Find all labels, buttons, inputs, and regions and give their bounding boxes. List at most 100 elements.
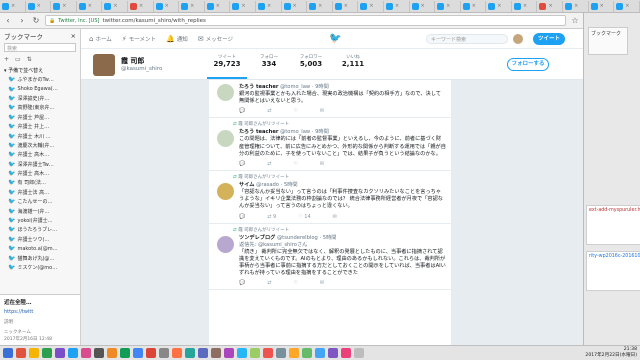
taskbar-app-icon[interactable] xyxy=(354,348,364,358)
bookmark-item[interactable]: 🐦 深澤諭史(弁… xyxy=(0,94,80,103)
reply-icon[interactable]: 💬 xyxy=(239,108,245,114)
taskbar-app-icon[interactable] xyxy=(42,348,52,358)
add-bookmark-button[interactable]: + xyxy=(4,56,9,63)
tab-close-icon[interactable]: × xyxy=(318,3,322,9)
tab-close-icon[interactable]: × xyxy=(625,3,629,9)
like-icon[interactable]: ♡ 14 xyxy=(298,214,310,220)
bookmark-item[interactable]: 🐦 ふやまかのTw… xyxy=(0,75,80,84)
taskbar-app-icon[interactable] xyxy=(120,348,130,358)
bookmark-item[interactable]: 🐦 ミスケン(@mo… xyxy=(0,263,80,272)
tab-close-icon[interactable]: × xyxy=(113,3,117,9)
tab-close-icon[interactable]: × xyxy=(395,3,399,9)
bookmark-item[interactable]: 🐦 渡慶次大輔(弁… xyxy=(0,141,80,150)
tab-close-icon[interactable]: × xyxy=(165,3,169,9)
browser-tab[interactable]: × xyxy=(307,0,333,12)
tab-close-icon[interactable]: × xyxy=(62,3,66,9)
background-link-2[interactable]: rity-wp2016c-2016101 xyxy=(587,252,640,261)
browser-tab[interactable]: × xyxy=(230,0,256,12)
browser-tab[interactable]: × xyxy=(589,0,615,12)
tab-close-icon[interactable]: × xyxy=(574,3,578,9)
retweet-icon[interactable]: ⇄ xyxy=(267,108,271,114)
clock[interactable]: 21:38 2017年2月22日(水曜日) xyxy=(585,347,637,359)
browser-tab[interactable]: × xyxy=(537,0,564,12)
bookmark-item[interactable]: 🐦 弁護士 高木… xyxy=(0,150,80,159)
taskbar-app-icon[interactable] xyxy=(133,348,143,358)
tab-close-icon[interactable]: × xyxy=(216,3,220,9)
tab-close-icon[interactable]: × xyxy=(446,3,450,9)
star-icon[interactable]: ☆ xyxy=(570,16,580,26)
bookmark-item[interactable]: 🐦 yokoi(弁護士… xyxy=(0,216,80,225)
tweet-avatar[interactable] xyxy=(217,235,234,253)
browser-tab[interactable]: × xyxy=(461,0,487,12)
tab-close-icon[interactable]: × xyxy=(139,3,143,9)
taskbar-app-icon[interactable] xyxy=(146,348,156,358)
taskbar-app-icon[interactable] xyxy=(302,348,312,358)
tweet-time[interactable]: 5時間 xyxy=(323,235,337,241)
tweet-author-name[interactable]: サイム xyxy=(239,182,254,188)
tweet-avatar[interactable] xyxy=(217,84,234,101)
taskbar-app-icon[interactable] xyxy=(81,348,91,358)
tweet[interactable]: ⇄ 霞 司郎さんがリツイート ツンデレブログ @tsunderelblog · 5… xyxy=(209,224,451,291)
mail-icon[interactable]: ✉ xyxy=(333,214,337,220)
taskbar-app-icon[interactable] xyxy=(315,348,325,358)
profile-stat[interactable]: フォロワー 5,003 xyxy=(291,54,331,68)
tab-close-icon[interactable]: × xyxy=(88,3,92,9)
taskbar-app-icon[interactable] xyxy=(211,348,221,358)
taskbar-app-icon[interactable] xyxy=(107,348,117,358)
bookmarks-folder[interactable]: ▾ 予備で並べ替え xyxy=(0,66,80,75)
tab-close-icon[interactable]: × xyxy=(523,3,527,9)
tab-close-icon[interactable]: × xyxy=(11,3,15,9)
like-icon[interactable]: ♡ xyxy=(293,108,297,114)
browser-tab[interactable]: × xyxy=(256,0,282,12)
profile-name[interactable]: 霞 司郎 xyxy=(121,56,144,66)
browser-tab[interactable]: × xyxy=(205,0,231,12)
taskbar-app-icon[interactable] xyxy=(94,348,104,358)
mail-icon[interactable]: ✉ xyxy=(320,161,324,167)
nav-item[interactable]: ⚡ モーメント xyxy=(122,35,156,43)
tweet-author-name[interactable]: ツンデレブログ xyxy=(239,235,275,241)
browser-tab[interactable]: × xyxy=(486,0,512,12)
tab-close-icon[interactable]: × xyxy=(497,3,501,9)
tweet-time[interactable]: 9時間 xyxy=(315,84,329,90)
profile-stat[interactable]: ツイート 29,723 xyxy=(207,54,247,79)
taskbar-app-icon[interactable] xyxy=(328,348,338,358)
tab-close-icon[interactable]: × xyxy=(421,3,425,9)
sort-icon[interactable]: ⇅ xyxy=(27,56,32,63)
taskbar-app-icon[interactable] xyxy=(3,348,13,358)
browser-tab[interactable]: × xyxy=(26,0,52,12)
browser-tab[interactable]: × xyxy=(179,0,205,12)
retweet-icon[interactable]: ⇄ xyxy=(267,161,271,167)
tweet[interactable]: たろう teacher @tomo_law · 9時間 銀河の監視事業とかも入れた… xyxy=(209,80,451,119)
preview-url[interactable]: https://twitt xyxy=(4,309,77,315)
forward-icon[interactable]: › xyxy=(17,16,27,26)
profile-stat[interactable]: フォロー 334 xyxy=(249,54,289,68)
browser-tab[interactable]: × xyxy=(512,0,538,12)
taskbar-app-icon[interactable] xyxy=(276,348,286,358)
browser-tab[interactable]: × xyxy=(128,0,154,12)
bookmark-item[interactable]: 🐦 弁護士ツウ(… xyxy=(0,235,80,244)
bookmark-item[interactable]: 🐦 海渡雄一(弁… xyxy=(0,206,80,215)
taskbar-app-icon[interactable] xyxy=(29,348,39,358)
browser-tab[interactable]: × xyxy=(410,0,436,12)
back-icon[interactable]: ‹ xyxy=(3,16,13,26)
folder-icon[interactable]: ▭ xyxy=(15,56,21,63)
account-avatar[interactable] xyxy=(513,34,523,44)
taskbar-app-icon[interactable] xyxy=(250,348,260,358)
bookmark-item[interactable]: 🐦 有 司郎(法… xyxy=(0,178,80,187)
taskbar-app-icon[interactable] xyxy=(224,348,234,358)
bookmark-item[interactable]: 🐦 深澤弁護士Tw… xyxy=(0,160,80,169)
bookmark-item[interactable]: 🐦 こたんせーの… xyxy=(0,197,80,206)
taskbar-app-icon[interactable] xyxy=(55,348,65,358)
browser-tab[interactable]: × xyxy=(563,0,589,12)
browser-tab[interactable]: × xyxy=(154,0,180,12)
browser-tab[interactable]: × xyxy=(614,0,640,12)
tab-close-icon[interactable]: × xyxy=(37,3,41,9)
browser-tab[interactable]: × xyxy=(102,0,128,12)
bookmark-item[interactable]: 🐦 makoto.a(@m… xyxy=(0,244,80,253)
tab-close-icon[interactable]: × xyxy=(267,3,271,9)
tweet[interactable]: ⇄ 霞 司郎さんがリツイート たろう teacher @tomo_law · 9時… xyxy=(209,118,451,172)
nav-item[interactable]: 🔔 通知 xyxy=(166,35,188,43)
tab-close-icon[interactable]: × xyxy=(344,3,348,9)
browser-tab[interactable]: × xyxy=(435,0,461,12)
browser-tab[interactable]: × xyxy=(358,0,384,12)
